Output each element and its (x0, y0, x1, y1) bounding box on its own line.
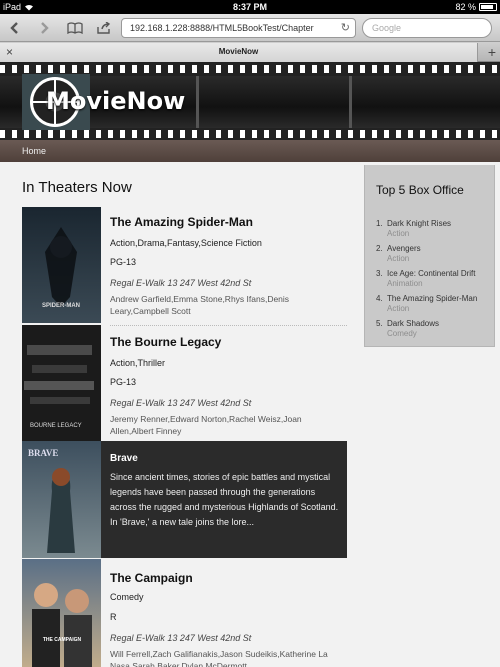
reload-icon[interactable]: ↻ (341, 21, 350, 34)
address-bar[interactable]: 192.168.1.228:8888/HTML5BookTest/Chapter… (121, 18, 356, 38)
tab-title: MovieNow (218, 47, 259, 56)
movie-poster: SPIDER-MAN (22, 207, 101, 323)
new-tab-icon[interactable]: + (488, 44, 496, 60)
box-office-item[interactable]: 5. Dark Shadows Comedy (376, 319, 492, 344)
box-office-item[interactable]: 4. The Amazing Spider-Man Action (376, 294, 492, 319)
search-field[interactable]: Google (362, 18, 492, 38)
url-text: 192.168.1.228:8888/HTML5BookTest/Chapter (130, 23, 314, 33)
share-icon (97, 22, 111, 34)
tab-bar: × MovieNow + (0, 42, 500, 62)
movie-genres: Comedy (110, 592, 144, 602)
web-page: MovieNow Home In Theaters Now SPIDER-MAN… (0, 62, 500, 667)
film-perforation (0, 65, 500, 73)
movie-rating: PG-13 (110, 377, 137, 387)
film-perforation (0, 130, 500, 138)
movie-poster: THE CAMPAIGN (22, 559, 101, 667)
movie-poster: BRAVE (22, 441, 101, 558)
movie-cast: Will Ferrell,Zach Galifianakis,Jason Sud… (110, 649, 328, 667)
poster-caption: THE CAMPAIGN (43, 637, 82, 643)
box-office-list: 1. Dark Knight Rises Action 2. Avengers … (376, 219, 492, 344)
box-office-genre: Action (387, 254, 410, 263)
box-office-item[interactable]: 1. Dark Knight Rises Action (376, 219, 492, 244)
site-banner: MovieNow (0, 62, 500, 140)
box-office-rank: 5. (376, 319, 383, 328)
movie-theater: Regal E-Walk 13 247 West 42nd St (110, 278, 252, 288)
movie-theater: Regal E-Walk 13 247 West 42nd St (110, 398, 252, 408)
movie-title: Brave (110, 453, 138, 464)
nav-bar: Home (0, 140, 500, 162)
poster-caption: BRAVE (28, 448, 58, 458)
movie-rating: PG-13 (110, 257, 137, 267)
back-button[interactable] (7, 19, 23, 37)
movie-item[interactable]: BOURNE LEGACY The Bourne Legacy Action,T… (22, 325, 347, 441)
box-office-item[interactable]: 3. Ice Age: Continental Drift Animation (376, 269, 492, 294)
box-office-rank: 1. (376, 219, 383, 228)
forward-arrow-icon (41, 22, 49, 34)
status-bar: iPad 8:37 PM 82 % (0, 0, 500, 14)
movie-title: The Bourne Legacy (110, 335, 222, 349)
box-office-rank: 4. (376, 294, 383, 303)
back-arrow-icon (10, 22, 18, 34)
book-icon (67, 22, 83, 34)
movie-cast: Andrew Garfield,Emma Stone,Rhys Ifans,De… (110, 294, 290, 316)
box-office-genre: Comedy (387, 329, 417, 338)
browser-toolbar: 192.168.1.228:8888/HTML5BookTest/Chapter… (0, 14, 500, 42)
site-logo[interactable]: MovieNow (46, 87, 185, 115)
share-button[interactable] (95, 19, 113, 37)
search-placeholder: Google (372, 23, 402, 33)
poster-caption: SPIDER-MAN (42, 303, 80, 309)
movie-genres: Action,Thriller (110, 358, 166, 368)
tab-movienow[interactable]: × MovieNow (0, 43, 478, 62)
movie-item-selected[interactable]: BRAVE Brave Since ancient times, stories… (22, 441, 347, 558)
box-office-genre: Animation (387, 279, 423, 288)
box-office-title: Avengers (387, 244, 421, 253)
frame-divider (349, 76, 352, 128)
poster-caption: BOURNE LEGACY (30, 423, 82, 429)
box-office-rank: 3. (376, 269, 383, 278)
box-office-genre: Action (387, 229, 410, 238)
forward-button[interactable] (36, 19, 52, 37)
battery: 82 % (455, 2, 497, 12)
box-office-sidebar: Top 5 Box Office 1. Dark Knight Rises Ac… (364, 165, 495, 347)
movie-title: The Amazing Spider-Man (110, 215, 253, 229)
box-office-title: Ice Age: Continental Drift (387, 269, 476, 278)
movie-item[interactable]: SPIDER-MAN The Amazing Spider-Man Action… (22, 207, 347, 323)
box-office-title: The Amazing Spider-Man (387, 294, 478, 303)
frame-divider (196, 76, 199, 128)
movie-cast: Jeremy Renner,Edward Norton,Rachel Weisz… (110, 414, 302, 436)
box-office-title: Dark Knight Rises (387, 219, 452, 228)
nav-home-link[interactable]: Home (22, 146, 46, 156)
box-office-title: Dark Shadows (387, 319, 440, 328)
box-office-rank: 2. (376, 244, 383, 253)
battery-percent: 82 % (455, 2, 476, 12)
box-office-genre: Action (387, 304, 410, 313)
movie-description: Since ancient times, stories of epic bat… (110, 472, 339, 527)
box-office-item[interactable]: 2. Avengers Action (376, 244, 492, 269)
movie-title: The Campaign (110, 571, 193, 585)
bookmarks-button[interactable] (65, 19, 85, 37)
movie-poster: BOURNE LEGACY (22, 325, 101, 441)
movie-item[interactable]: THE CAMPAIGN The Campaign Comedy R Regal… (22, 559, 347, 667)
movie-theater: Regal E-Walk 13 247 West 42nd St (110, 633, 252, 643)
sidebar-title: Top 5 Box Office (376, 183, 464, 197)
section-title: In Theaters Now (22, 179, 132, 196)
battery-icon (479, 3, 497, 11)
clock: 8:37 PM (232, 2, 267, 12)
movie-genres: Action,Drama,Fantasy,Science Fiction (110, 238, 262, 248)
movie-rating: R (110, 612, 117, 622)
